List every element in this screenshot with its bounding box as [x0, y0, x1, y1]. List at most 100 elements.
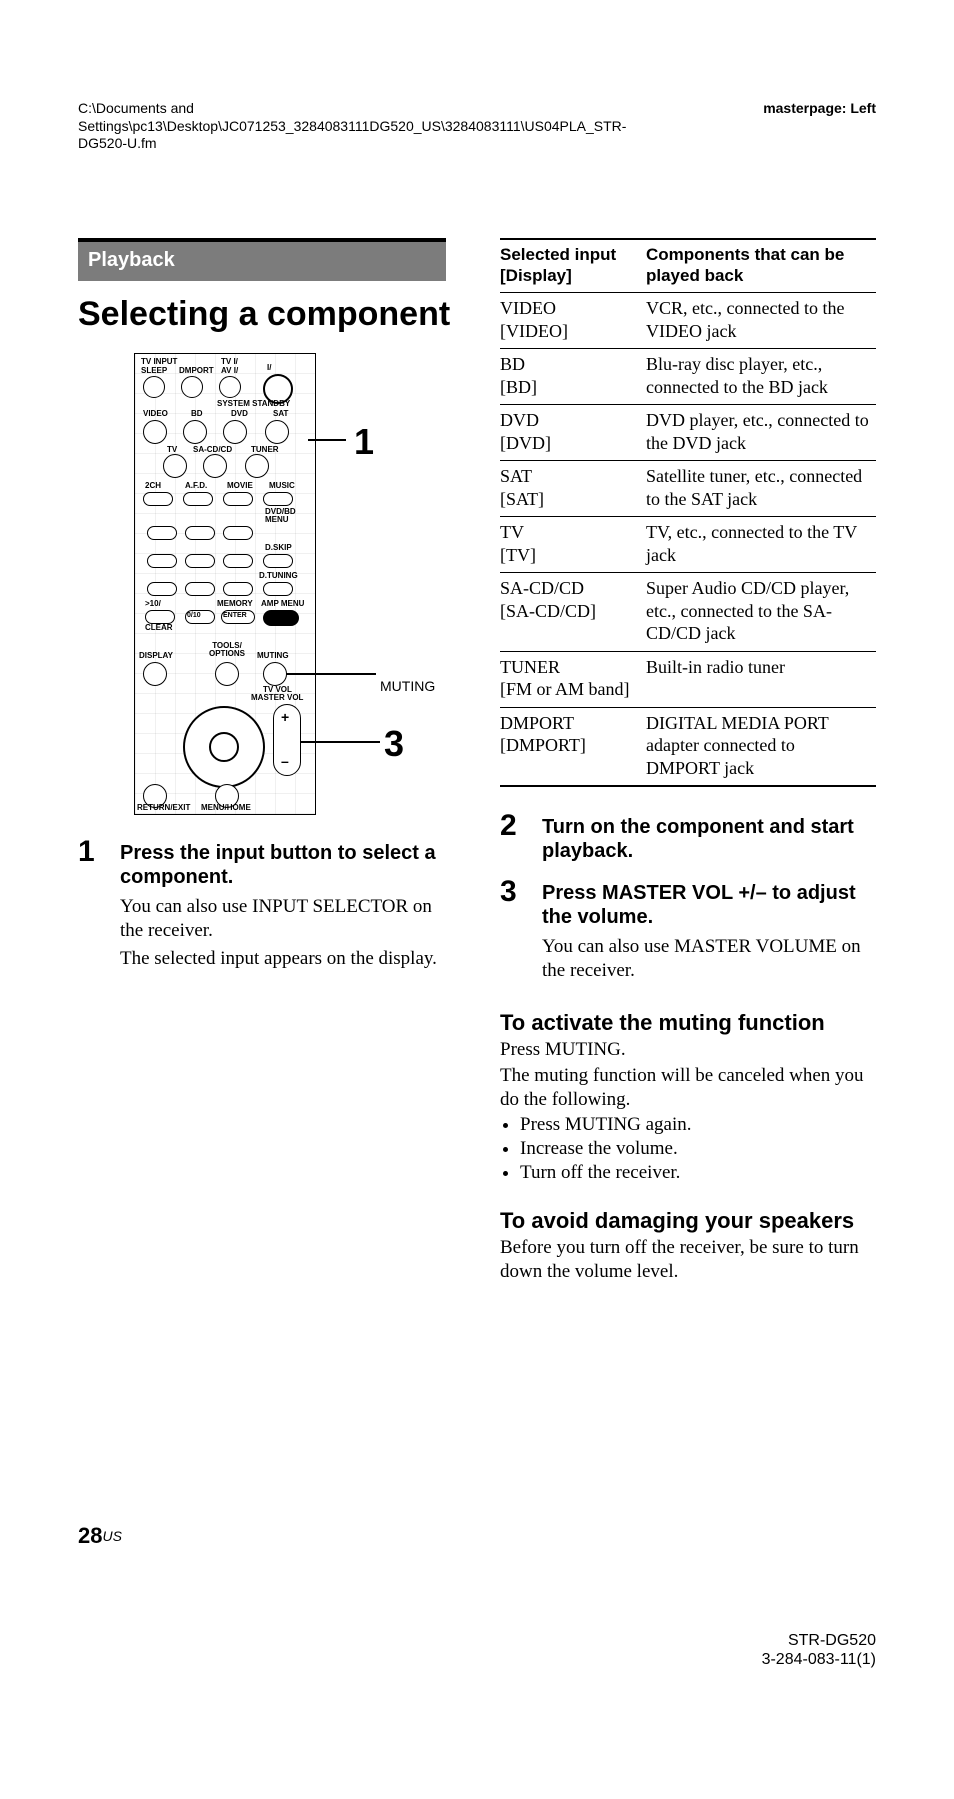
footer-model-name: STR-DG520 [762, 1631, 876, 1650]
remote-label-muting: MUTING [257, 652, 289, 660]
table-row: TUNER [FM or AM band]Built-in radio tune… [500, 651, 876, 707]
remote-label-dvd: DVD [231, 410, 248, 418]
muting-p1: Press MUTING. [500, 1038, 876, 1062]
remote-btn-muting [263, 662, 287, 686]
remote-label-afd: A.F.D. [185, 482, 207, 490]
step-2-number: 2 [500, 811, 530, 869]
step-1-p2: The selected input appears on the displa… [120, 947, 454, 971]
table-cell-component: VCR, etc., connected to the VIDEO jack [646, 293, 876, 349]
remote-btn-tv [163, 454, 187, 478]
remote-label-display: DISPLAY [139, 652, 173, 660]
step-1-body: Press the input button to select a compo… [120, 837, 454, 974]
table-cell-input: DVD [DVD] [500, 405, 646, 461]
remote-label-return: RETURN/EXIT [137, 804, 190, 812]
page-title: Selecting a component [78, 293, 454, 336]
page-number-value: 28 [78, 1523, 102, 1548]
table-cell-input: TV [TV] [500, 517, 646, 573]
table-cell-component: Built-in radio tuner [646, 651, 876, 707]
remote-label-music: MUSIC [269, 482, 295, 490]
remote-btn-9 [223, 582, 253, 596]
remote-label-dtuning: D.TUNING [259, 572, 298, 580]
remote-btn-dskip [263, 554, 293, 568]
table-cell-component: Blu-ray disc player, etc., connected to … [646, 349, 876, 405]
remote-btn-ampmenu [263, 610, 299, 626]
step-2-heading: Turn on the component and start playback… [542, 815, 876, 863]
table-cell-input: SA-CD/CD [SA-CD/CD] [500, 573, 646, 652]
list-item: Turn off the receiver. [520, 1161, 876, 1185]
remote-label-dmport: DMPORT [179, 367, 214, 375]
remote-label-power: I/ [267, 364, 271, 372]
remote-label-menuhome: MENU/HOME [201, 804, 251, 812]
step-2: 2 Turn on the component and start playba… [500, 811, 876, 869]
remote-btn-video [143, 420, 167, 444]
table-cell-input: BD [BD] [500, 349, 646, 405]
remote-label-sacd: SA-CD/CD [193, 446, 232, 454]
remote-label-tools-options: TOOLS/ OPTIONS [209, 642, 245, 658]
table-cell-input: TUNER [FM or AM band] [500, 651, 646, 707]
inputs-table: Selected input [Display] Components that… [500, 238, 876, 788]
remote-btn-6 [223, 554, 253, 568]
remote-btn-display [143, 662, 167, 686]
step-1-number: 1 [78, 837, 108, 974]
table-cell-component: Satellite tuner, etc., connected to the … [646, 461, 876, 517]
remote-label-dskip: D.SKIP [265, 544, 292, 552]
muting-heading: To activate the muting function [500, 1009, 876, 1037]
left-column: Playback Selecting a component TV INPUT … [78, 238, 454, 1286]
step-3-p1: You can also use MASTER VOLUME on the re… [542, 935, 876, 983]
remote-control-diagram: TV INPUT SLEEP DMPORT TV I/ AV I/ I/ SYS… [134, 353, 316, 815]
step-3-number: 3 [500, 877, 530, 987]
page-number-suffix: US [102, 1528, 121, 1544]
masterpage-label: masterpage: Left [763, 100, 876, 118]
remote-btn-music [263, 492, 293, 506]
table-row: SA-CD/CD [SA-CD/CD]Super Audio CD/CD pla… [500, 573, 876, 652]
list-item: Press MUTING again. [520, 1113, 876, 1137]
remote-btn-5 [185, 554, 215, 568]
step-1-p1: You can also use INPUT SELECTOR on the r… [120, 895, 454, 943]
remote-btn-sat [265, 420, 289, 444]
remote-figure: TV INPUT SLEEP DMPORT TV I/ AV I/ I/ SYS… [78, 353, 454, 813]
speakers-heading: To avoid damaging your speakers [500, 1207, 876, 1235]
remote-btn-tools [215, 662, 239, 686]
callout-label-muting: MUTING [380, 678, 435, 696]
callout-line-muting [286, 673, 376, 675]
step-3: 3 Press MASTER VOL +/– to adjust the vol… [500, 877, 876, 987]
remote-label-mastervol: MASTER VOL [251, 694, 303, 702]
remote-btn-dvd [223, 420, 247, 444]
table-row: SAT [SAT]Satellite tuner, etc., connecte… [500, 461, 876, 517]
remote-vol-plus-icon: + [281, 710, 289, 724]
remote-label-sat: SAT [273, 410, 288, 418]
remote-btn-4 [147, 554, 177, 568]
remote-btn-2ch [143, 492, 173, 506]
remote-label-enter: ENTER [223, 612, 247, 619]
remote-btn-av-power [219, 376, 241, 398]
remote-label-dvdbd-menu: DVD/BD MENU [265, 508, 315, 524]
remote-label-2ch: 2CH [145, 482, 161, 490]
remote-btn-8 [185, 582, 215, 596]
table-header-selected-input: Selected input [Display] [500, 239, 646, 293]
remote-btn-movie [223, 492, 253, 506]
step-3-body: Press MASTER VOL +/– to adjust the volum… [542, 877, 876, 987]
table-row: DVD [DVD]DVD player, etc., connected to … [500, 405, 876, 461]
remote-btn-sleep [143, 376, 165, 398]
muting-p2: The muting function will be canceled whe… [500, 1064, 876, 1112]
remote-label-sleep: SLEEP [141, 367, 167, 375]
step-1: 1 Press the input button to select a com… [78, 837, 454, 974]
remote-label-tv: TV [167, 446, 177, 454]
speakers-p1: Before you turn off the receiver, be sur… [500, 1236, 876, 1284]
remote-btn-prev10 [145, 610, 175, 624]
remote-btn-1 [147, 526, 177, 540]
remote-label-ampmenu: AMP MENU [261, 600, 304, 608]
table-cell-component: DVD player, etc., connected to the DVD j… [646, 405, 876, 461]
remote-btn-afd [183, 492, 213, 506]
step-3-heading: Press MASTER VOL +/– to adjust the volum… [542, 881, 876, 929]
remote-label-movie: MOVIE [227, 482, 253, 490]
right-column: Selected input [Display] Components that… [500, 238, 876, 1286]
remote-label-video: VIDEO [143, 410, 168, 418]
remote-label-prev10: >10/ [145, 600, 161, 608]
page-number: 28US [78, 1522, 122, 1550]
muting-bullets: Press MUTING again.Increase the volume.T… [500, 1113, 876, 1184]
step-2-body: Turn on the component and start playback… [542, 811, 876, 869]
remote-nav-wheel [183, 706, 265, 788]
remote-btn-dmport [181, 376, 203, 398]
table-cell-input: SAT [SAT] [500, 461, 646, 517]
